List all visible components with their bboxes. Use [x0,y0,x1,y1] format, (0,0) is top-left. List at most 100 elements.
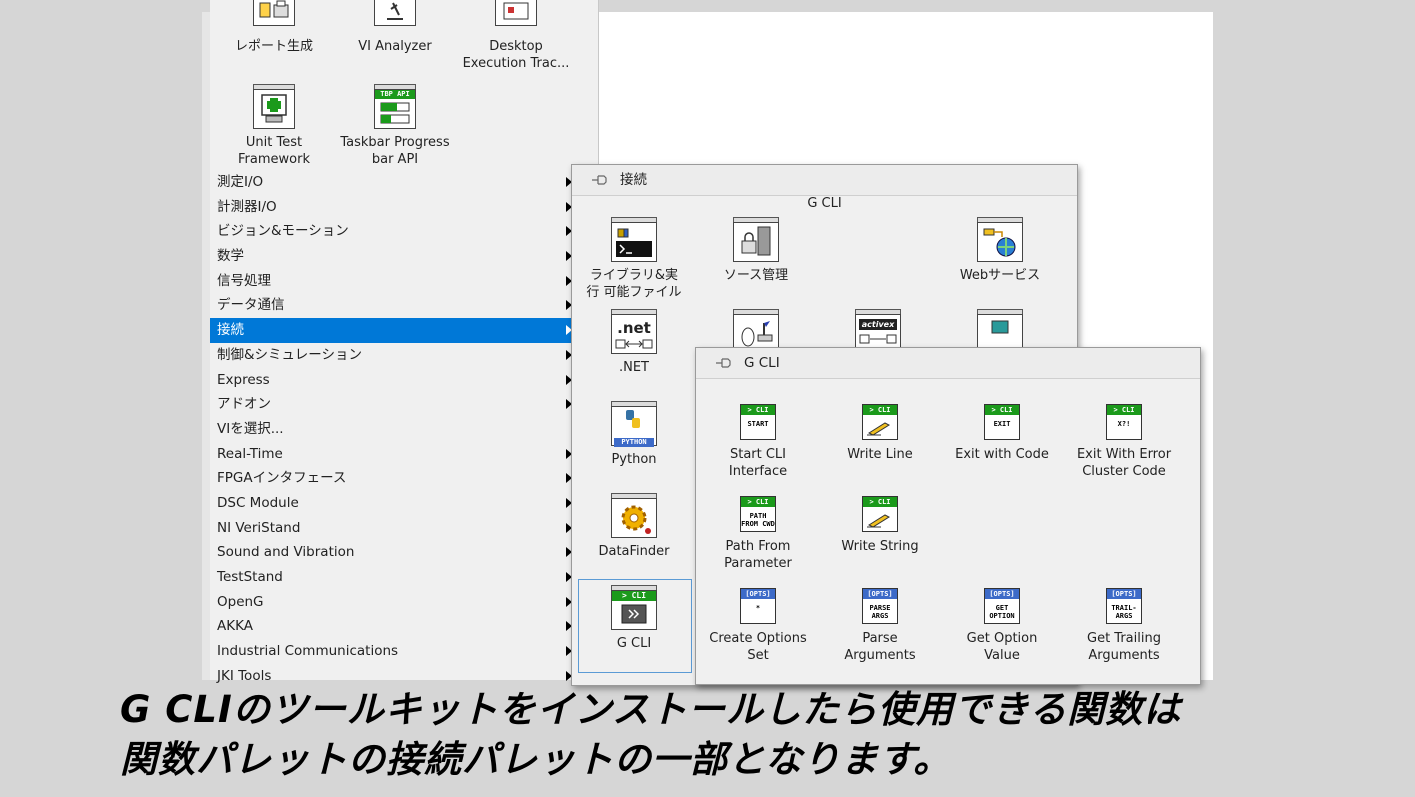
palette-item-desktop-execution-trace[interactable]: Desktop Execution Trac... [460,0,572,72]
gcli-function[interactable]: > CLI EXIT Exit with Code [946,404,1058,463]
menu-item-label: 制御&シミュレーション [217,346,362,363]
menu-item[interactable]: FPGAインタフェース [210,466,580,491]
gcli-function[interactable]: [OPTS] * Create Options Set [702,588,814,664]
palette-item-label: DataFinder [598,544,670,559]
vi-icon-header: [OPTS] [741,589,775,599]
vi-icon-body [863,415,897,439]
menu-item-label: AKKA [217,618,253,635]
menu-item[interactable]: データ通信 [210,293,580,318]
vi-icon-header: > CLI [741,497,775,507]
palette-item-taskbar-progress-bar-api[interactable]: TBP API Taskbar Progress bar API [339,84,451,168]
gcli-function-label: Start CLI Interface [728,447,788,479]
python-icon: PYTHON [611,401,657,447]
gcli-function-label: Exit With Error Cluster Code [1076,447,1172,479]
menu-item[interactable]: 計測器I/O [210,195,580,220]
pin-icon[interactable] [590,174,608,186]
connectivity-palette-titlebar: 接続 [572,165,1077,196]
vi-icon-body: GET OPTION [989,604,1015,620]
menu-item[interactable]: TestStand [210,565,580,590]
menu-item[interactable]: 制御&シミュレーション [210,343,580,368]
vi-icon-body [863,507,897,531]
gcli-function-label: Write Line [847,447,913,462]
palette-item-label: VI Analyzer [358,39,432,54]
vi-icon: > CLI EXIT [984,404,1020,440]
gcli-function[interactable]: > CLI Write Line [824,404,936,463]
palette-item-unit-test-framework[interactable]: Unit Test Framework [218,84,330,168]
palette-item-label: ソース管理 [723,268,789,283]
palette-item-vi-analyzer[interactable]: VI Analyzer [339,0,451,55]
menu-item-label: 測定I/O [217,174,264,190]
palette-item-label: Desktop Execution Trac... [462,39,570,71]
gcli-function[interactable]: [OPTS] PARSE ARGS Parse Arguments [824,588,936,664]
menu-item-label: JKI Tools [217,667,272,684]
menu-item-label: データ通信 [217,297,285,314]
menu-item[interactable]: アドオン [210,392,580,417]
menu-item[interactable]: 信号処理 [210,269,580,294]
palette-item-source-control[interactable]: ソース管理 [700,217,812,284]
gcli-function[interactable]: > CLI PATH FROM CWD Path From Parameter [702,496,814,572]
menu-item[interactable]: AKKA [210,614,580,639]
menu-item-label: Industrial Communications [217,643,399,660]
menu-item[interactable]: Real-Time [210,442,580,467]
menu-item[interactable]: Industrial Communications [210,639,580,664]
palette-item-report-generation[interactable]: レポート生成 [218,0,330,55]
libraries-icon [611,217,657,263]
palette-item-libraries-executables[interactable]: ライブラリ&実行 可能ファイル [578,217,690,301]
menu-item[interactable]: NI VeriStand [210,516,580,541]
vi-icon-header: > CLI [1107,405,1141,415]
menu-item-label: Real-Time [217,445,283,462]
palette-item-label: G CLI [616,636,652,651]
vi-icon: > CLI X?! [1106,404,1142,440]
palette-item-label: Webサービス [959,268,1041,283]
menu-item[interactable]: Express [210,368,580,393]
slide-caption: G CLIのツールキットをインストールしたら使用できる関数は 関数パレットの接続… [120,685,1380,785]
caption-line-2: 関数パレットの接続パレットの一部となります。 [120,738,952,781]
menu-item[interactable]: Sound and Vibration [210,540,580,565]
menu-item-label: ビジョン&モーション [217,223,349,240]
menu-item[interactable]: 接続 [210,318,580,343]
gcli-function-label: Write String [841,539,919,554]
vi-icon-header: [OPTS] [1107,589,1141,599]
dotnet-icon: .net [611,309,657,355]
palette-category-menu: 測定I/O 計測器I/O ビジョン&モーション数学 信号処理データ通信接続制御&シミュ… [210,170,580,688]
menu-item-label: 接続 [217,322,244,339]
menu-item[interactable]: 数学 [210,244,580,269]
menu-item[interactable]: VIを選択... [210,417,580,442]
palette-item-label: Taskbar Progress bar API [340,135,450,167]
palette-item-gcli[interactable]: > CLI G CLI [578,585,690,652]
gcli-palette: G CLI > CLI START Start CLI Interface > CLI… [695,347,1201,685]
gcli-function[interactable]: > CLI Write String [824,496,936,555]
gear-icon [611,493,657,539]
gcli-function[interactable]: [OPTS] GET OPTION Get Option Value [946,588,1058,664]
vi-icon: > CLI [862,496,898,532]
pin-icon[interactable] [714,357,732,369]
vi-icon: > CLI [862,404,898,440]
menu-item-label: 計測器I/O [217,198,277,215]
palette-item-dotnet[interactable]: .net .NET [578,309,690,376]
palette-item-web-services[interactable]: Webサービス [944,217,1056,284]
menu-item[interactable]: DSC Module [210,491,580,516]
menu-item-label: DSC Module [217,494,299,511]
vi-icon-header: > CLI [863,497,897,507]
palette-item-python[interactable]: PYTHON Python [578,401,690,468]
menu-item[interactable]: ビジョン&モーション [210,219,580,244]
menu-item-label: NI VeriStand [217,519,301,536]
menu-item[interactable]: 測定I/O [210,170,580,195]
gcli-function-label: Parse Arguments [844,631,916,663]
palette-left-edge [202,12,210,680]
vi-icon-body: PARSE ARGS [869,604,891,620]
menu-item-label: Express [217,371,270,388]
vi-icon-body: * [755,604,761,612]
vi-icon-header: [OPTS] [863,589,897,599]
gcli-function-label: Create Options Set [709,631,807,663]
vi-icon-body: PATH FROM CWD [741,512,775,528]
menu-item-label: VIを選択... [217,420,284,437]
gcli-function[interactable]: > CLI X?! Exit With Error Cluster Code [1068,404,1180,480]
gcli-function[interactable]: > CLI START Start CLI Interface [702,404,814,480]
menu-item[interactable]: OpenG [210,590,580,615]
palette-item-datafinder[interactable]: DataFinder [578,493,690,560]
gcli-function[interactable]: [OPTS] TRAIL- ARGS Get Trailing Arguments [1068,588,1180,664]
menu-item-label: TestStand [217,569,283,585]
vi-icon: [OPTS] GET OPTION [984,588,1020,624]
palette-item-label: Python [611,452,657,467]
